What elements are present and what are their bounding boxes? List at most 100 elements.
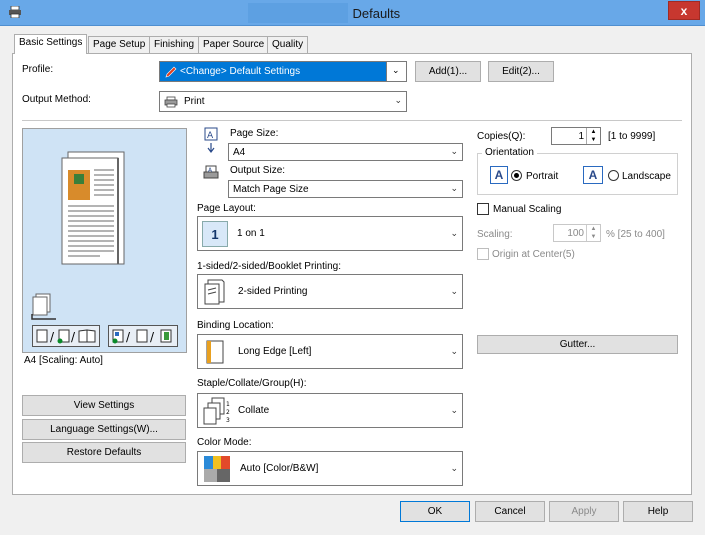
copies-value: 1 <box>578 130 584 142</box>
scaling-value: 100 <box>567 227 584 239</box>
svg-text:/: / <box>150 330 155 344</box>
ok-button[interactable]: OK <box>400 501 470 522</box>
chevron-down-icon: ⌄ <box>450 405 458 415</box>
document-preview-icon <box>61 151 125 265</box>
scaling-range: % [25 to 400] <box>606 229 665 240</box>
output-size-label: Output Size: <box>230 165 286 176</box>
output-method-value: Print <box>184 96 205 107</box>
page-layout-select[interactable]: 1 1 on 1 ⌄ <box>197 216 463 251</box>
tab-paper-source[interactable]: Paper Source <box>198 36 270 53</box>
svg-text:/: / <box>126 330 131 344</box>
svg-text:/: / <box>71 330 76 344</box>
preview-status: A4 [Scaling: Auto] <box>24 355 103 366</box>
chevron-down-icon: ⌄ <box>450 463 458 473</box>
tab-page-setup[interactable]: Page Setup <box>88 36 151 53</box>
close-button[interactable]: x <box>668 1 700 20</box>
restore-defaults-button[interactable]: Restore Defaults <box>22 442 186 463</box>
chevron-down-icon: ⌄ <box>392 65 400 75</box>
landscape-radio[interactable] <box>608 170 619 181</box>
orientation-label: Orientation <box>482 147 537 158</box>
staple-collate-value: Collate <box>238 405 270 416</box>
chevron-down-icon: ⌄ <box>450 346 458 356</box>
chevron-down-icon: ⌄ <box>450 146 458 156</box>
printer-icon <box>164 96 178 107</box>
cancel-button[interactable]: Cancel <box>475 501 545 522</box>
staple-collate-label: Staple/Collate/Group(H): <box>197 378 307 389</box>
page-layout-label: Page Layout: <box>197 203 256 214</box>
sided-printing-value: 2-sided Printing <box>238 286 308 297</box>
svg-text:A: A <box>207 131 214 141</box>
color-mode-value: Auto [Color/B&W] <box>240 463 319 474</box>
chevron-down-icon: ⌄ <box>394 95 402 105</box>
profile-dropdown-button[interactable]: ⌄ <box>386 62 406 81</box>
sided-printing-select[interactable]: 2-sided Printing ⌄ <box>197 274 463 309</box>
portrait-radio[interactable] <box>511 170 522 181</box>
scaling-label: Scaling: <box>477 229 513 240</box>
gutter-button[interactable]: Gutter... <box>477 335 678 354</box>
portrait-label[interactable]: Portrait <box>526 171 558 182</box>
collate-icon: 1 2 3 <box>203 397 230 424</box>
color-mode-select[interactable]: Auto [Color/B&W] ⌄ <box>197 451 463 486</box>
duplex-page-icon <box>204 279 225 304</box>
binding-location-label: Binding Location: <box>197 320 274 331</box>
language-settings-button[interactable]: Language Settings(W)... <box>22 419 186 440</box>
manual-scaling-checkbox[interactable] <box>477 203 489 215</box>
page-size-select[interactable]: A4 ⌄ <box>228 143 463 161</box>
chevron-down-icon: ⌄ <box>450 228 458 238</box>
window-title: Printing Defaults <box>304 6 401 21</box>
duplex-booklet-toggle[interactable]: / / <box>32 325 100 347</box>
chevron-down-icon: ⌄ <box>450 183 458 193</box>
portrait-icon: A <box>490 166 508 184</box>
duplex-icons: / / <box>36 329 96 344</box>
output-size-value: Match Page Size <box>233 183 309 195</box>
paper-stack-icon <box>31 293 56 320</box>
manual-scaling-label[interactable]: Manual Scaling <box>493 204 561 215</box>
tab-finishing[interactable]: Finishing <box>149 36 200 53</box>
divider <box>22 120 682 121</box>
page-size-icon: A <box>204 127 218 153</box>
binding-edge-icon <box>206 340 224 363</box>
add-profile-button[interactable]: Add(1)... <box>415 61 481 82</box>
output-method-select[interactable]: Print ⌄ <box>159 91 407 112</box>
spin-up-icon[interactable]: ▲ <box>587 225 600 233</box>
svg-text:3: 3 <box>226 417 230 424</box>
color-bw-icon <box>204 455 230 482</box>
origin-center-label: Origin at Center(5) <box>492 249 575 260</box>
page-layout-badge: 1 <box>202 220 228 247</box>
page-size-value: A4 <box>233 146 246 158</box>
spin-down-icon[interactable]: ▼ <box>587 233 600 241</box>
profile-select[interactable]: <Change> Default Settings <box>159 61 407 82</box>
apply-button[interactable]: Apply <box>549 501 619 522</box>
scaling-spinner[interactable]: ▲ ▼ <box>586 225 600 241</box>
title-redaction <box>248 3 348 23</box>
staple-collate-select[interactable]: 1 2 3 Collate ⌄ <box>197 393 463 428</box>
edit-profile-button[interactable]: Edit(2)... <box>488 61 554 82</box>
tab-basic-settings[interactable]: Basic Settings <box>14 34 88 54</box>
copies-spinner[interactable]: ▲ ▼ <box>586 128 600 144</box>
spin-down-icon[interactable]: ▼ <box>587 136 600 144</box>
view-settings-button[interactable]: View Settings <box>22 395 186 416</box>
pencil-icon <box>165 66 177 77</box>
spin-up-icon[interactable]: ▲ <box>587 128 600 136</box>
help-button[interactable]: Help <box>623 501 693 522</box>
binding-location-value: Long Edge [Left] <box>238 346 312 357</box>
sided-printing-label: 1-sided/2-sided/Booklet Printing: <box>197 261 341 272</box>
page-layout-value: 1 on 1 <box>237 228 265 239</box>
binding-location-select[interactable]: Long Edge [Left] ⌄ <box>197 334 463 369</box>
copies-label: Copies(Q): <box>477 131 526 142</box>
profile-label: Profile: <box>22 64 54 75</box>
output-size-select[interactable]: Match Page Size ⌄ <box>228 180 463 198</box>
origin-center-checkbox[interactable] <box>477 248 489 260</box>
landscape-icon: A <box>583 166 603 184</box>
tab-quality[interactable]: Quality <box>267 36 309 53</box>
copies-range: [1 to 9999] <box>608 131 656 142</box>
page-size-label: Page Size: <box>230 128 279 139</box>
color-mode-icons: / / <box>112 329 172 344</box>
output-size-icon: A <box>203 165 219 179</box>
color-mode-label: Color Mode: <box>197 437 252 448</box>
color-mode-toggle[interactable]: / / <box>108 325 178 347</box>
svg-text:1: 1 <box>226 401 230 408</box>
svg-text:/: / <box>50 330 55 344</box>
landscape-label[interactable]: Landscape <box>622 171 671 182</box>
chevron-down-icon: ⌄ <box>450 286 458 296</box>
